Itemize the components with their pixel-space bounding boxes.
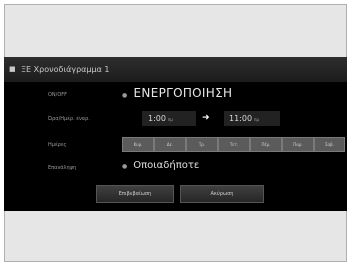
schedule-screen: ■ ΞΕ Χρονοδιάγραμμα 1 ON/OFF ● ΕΝΕΡΓΟΠΟΙΗ… <box>4 57 347 211</box>
day-button-mon[interactable]: Δε. <box>154 137 186 152</box>
day-button-wed[interactable]: Τετ. <box>218 137 250 152</box>
confirm-button[interactable]: Επιβεβαίωση <box>96 185 174 203</box>
schedule-icon: ■ <box>9 65 16 73</box>
day-button-sun[interactable]: Κυρ. <box>122 137 154 152</box>
days-label: Ημέρες <box>48 142 67 148</box>
cancel-button[interactable]: Ακύρωση <box>180 185 264 203</box>
day-button-sat[interactable]: Σαβ. <box>314 137 345 152</box>
start-time-value: 1:00 <box>148 114 166 123</box>
day-button-fri[interactable]: Παρ. <box>282 137 314 152</box>
onoff-value: ΕΝΕΡΓΟΠΟΙΗΣΗ <box>133 86 233 100</box>
end-time-unit: πμ <box>254 117 260 122</box>
bullet-icon: ● <box>122 92 128 99</box>
repeat-selector[interactable]: ● Οποιαδήποτε <box>122 160 199 171</box>
right-arrow-icon: ➜ <box>202 113 210 123</box>
end-time-field[interactable]: 11:00 πμ <box>224 111 280 126</box>
onoff-toggle[interactable]: ● ΕΝΕΡΓΟΠΟΙΗΣΗ <box>122 86 232 100</box>
day-button-tue[interactable]: Τρ. <box>186 137 218 152</box>
day-button-thu[interactable]: Πέμ. <box>250 137 282 152</box>
repeat-value: Οποιαδήποτε <box>133 160 200 171</box>
start-time-unit: πμ <box>167 117 173 122</box>
end-time-value: 11:00 <box>229 114 253 123</box>
repeat-label: Επανάληψη <box>48 165 77 171</box>
onoff-label: ON/OFF <box>48 92 68 98</box>
window-title: ΞΕ Χρονοδιάγραμμα 1 <box>21 65 110 74</box>
bullet-icon: ● <box>122 163 128 170</box>
start-time-field[interactable]: 1:00 πμ <box>142 111 196 126</box>
title-bar: ■ ΞΕ Χρονοδιάγραμμα 1 <box>4 57 347 82</box>
start-end-label: Ώρα/Ημέρ. έναρ. <box>48 116 90 122</box>
